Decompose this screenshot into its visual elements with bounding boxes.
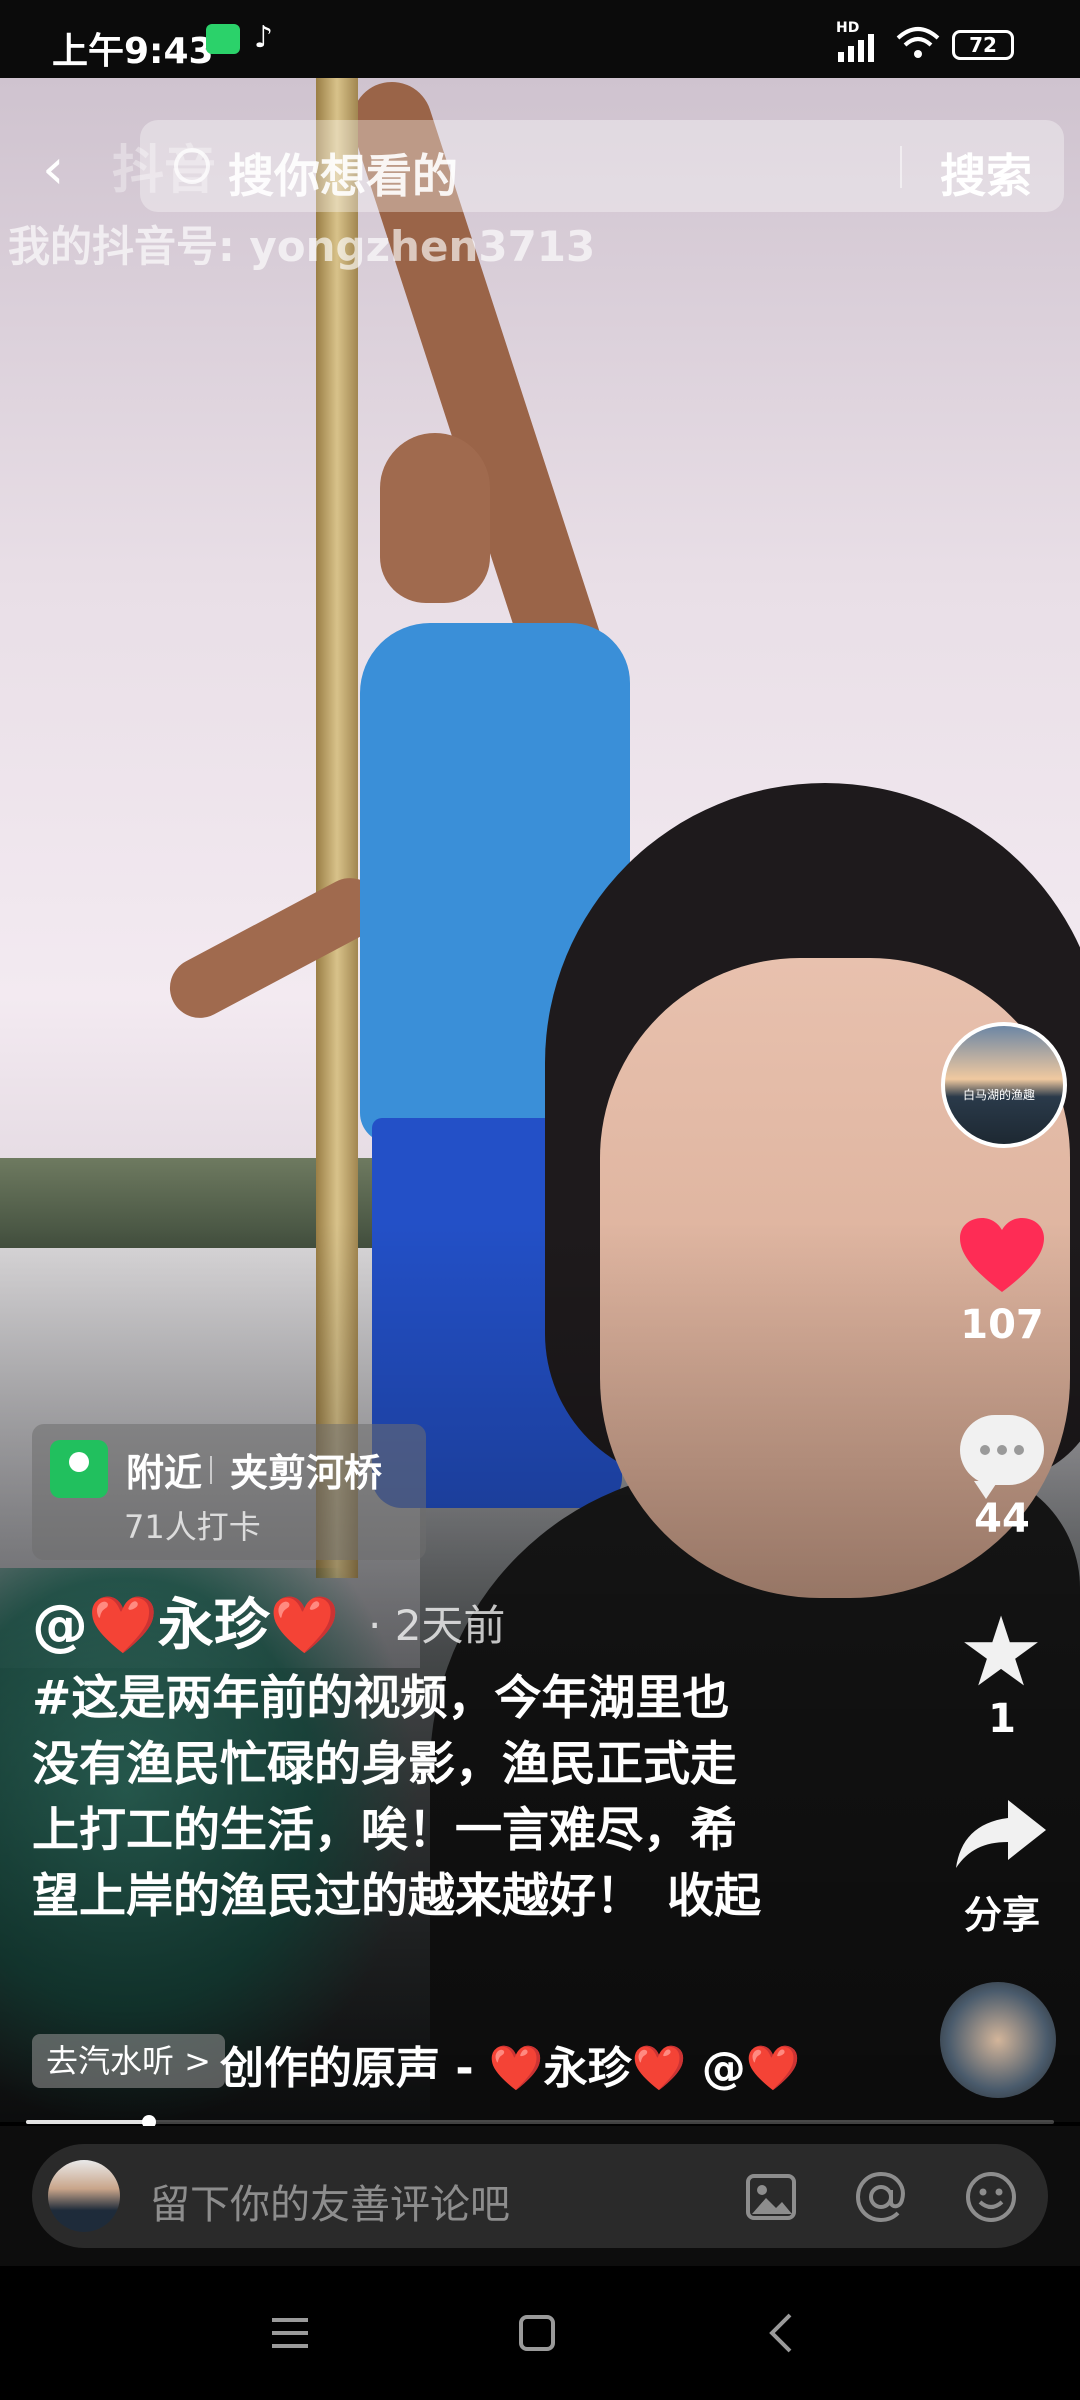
system-nav-bar — [0, 2266, 1080, 2400]
collapse-button[interactable]: 收起 — [667, 1869, 761, 1924]
status-bar: 上午9:43 ♪ HD 72 — [0, 0, 1080, 78]
tiktok-icon: ♪ — [254, 20, 274, 55]
at-icon[interactable] — [854, 2170, 908, 2224]
progress-fill — [26, 2120, 150, 2124]
man-head — [380, 433, 490, 603]
chevron-left-icon[interactable]: ‹ — [42, 142, 64, 198]
share-label-wrap: 分享 — [922, 1884, 1080, 1939]
douyin-id-watermark: 我的抖音号: yongzhen3713 — [8, 222, 596, 271]
author-avatar[interactable]: 白马湖的渔趣 — [941, 1022, 1067, 1148]
image-icon[interactable] — [744, 2170, 798, 2224]
menu-icon[interactable] — [270, 2316, 310, 2350]
search-icon — [174, 148, 210, 184]
caption-text: #这是两年前的视频，今年湖里也没有渔民忙碌的身影，渔民正式走上打工的生活，唉！一… — [32, 1671, 737, 1924]
search-divider — [900, 146, 902, 188]
music-row[interactable]: 去汽水听 > 创作的原声 - ❤️永珍❤️ @❤️ — [32, 2030, 812, 2094]
like-count: 107 — [960, 1302, 1044, 1348]
music-disc[interactable] — [940, 1982, 1056, 2098]
signal-icon — [838, 34, 874, 62]
home-icon[interactable] — [518, 2314, 556, 2352]
post-time: · 2天前 — [368, 1601, 506, 1650]
wifi-icon — [896, 27, 940, 58]
status-time: 上午9:43 — [52, 31, 214, 72]
comment-icon[interactable] — [960, 1415, 1044, 1499]
like-count-wrap: 107 — [922, 1302, 1080, 1348]
comment-placeholder: 留下你的友善评论吧 — [150, 2182, 510, 2228]
star-icon[interactable]: ★ — [958, 1604, 1044, 1700]
playback-progress[interactable] — [26, 2115, 1054, 2129]
author-name[interactable]: @❤️永珍❤️ — [32, 1580, 339, 1661]
location-divider — [210, 1456, 212, 1484]
comment-bar: 留下你的友善评论吧 — [0, 2126, 1080, 2266]
location-pin-icon — [50, 1440, 108, 1498]
music-title[interactable]: 创作的原声 - ❤️永珍❤️ @❤️ — [220, 2032, 840, 2096]
location-name: 夹剪河桥 — [230, 1451, 383, 1495]
favorite-count-wrap: 1 — [922, 1696, 1080, 1742]
favorite-count: 1 — [988, 1696, 1016, 1742]
user-avatar — [48, 2160, 120, 2232]
avatar-caption: 白马湖的渔趣 — [963, 1088, 1036, 1102]
search-placeholder: 搜你想看的 — [228, 149, 458, 203]
comment-input-box[interactable]: 留下你的友善评论吧 — [32, 2144, 1048, 2248]
back-nav-icon[interactable] — [766, 2312, 796, 2354]
emoji-icon[interactable] — [964, 2170, 1018, 2224]
top-search-bar: 抖音 搜你想看的 搜索 ‹ — [0, 100, 1080, 220]
heart-icon[interactable] — [960, 1218, 1044, 1294]
comment-count: 44 — [974, 1496, 1030, 1542]
battery-icon: 72 — [952, 30, 1014, 60]
listen-in-app-pill[interactable]: 去汽水听 > — [32, 2034, 225, 2088]
search-box[interactable]: 搜你想看的 搜索 — [140, 120, 1064, 212]
search-button[interactable]: 搜索 — [940, 140, 1032, 206]
location-nearby: 附近 — [126, 1451, 203, 1495]
battery-level: 72 — [969, 33, 997, 57]
post-caption: #这是两年前的视频，今年湖里也没有渔民忙碌的身影，渔民正式走上打工的生活，唉！一… — [32, 1666, 772, 1930]
comment-count-wrap: 44 — [922, 1496, 1080, 1542]
location-checkins: 71人打卡 — [124, 1508, 261, 1546]
share-icon[interactable] — [956, 1800, 1046, 1870]
share-label: 分享 — [963, 1893, 1040, 1937]
wechat-icon — [206, 24, 240, 54]
location-chip[interactable]: 附近 夹剪河桥 71人打卡 — [32, 1424, 426, 1560]
